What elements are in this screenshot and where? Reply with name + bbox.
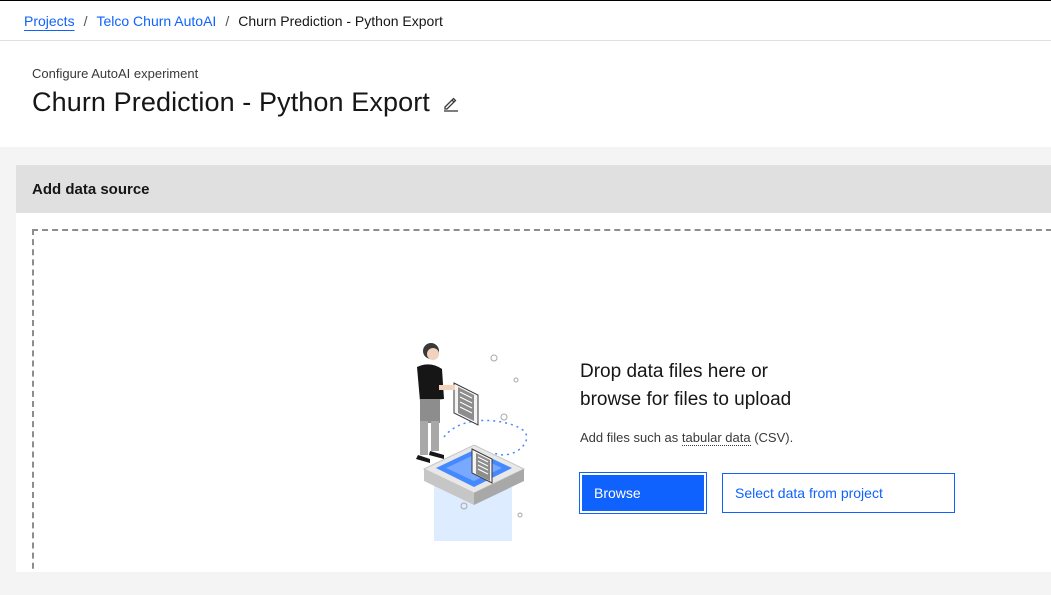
- hint-suffix: (CSV).: [754, 430, 794, 445]
- browse-button[interactable]: Browse: [579, 472, 707, 514]
- file-dropzone[interactable]: Drop data files here or browse for files…: [32, 229, 1051, 589]
- title-row: Churn Prediction - Python Export: [32, 87, 460, 118]
- dropzone-heading-line-2: browse for files to upload: [580, 389, 792, 410]
- page-header: Configure AutoAI experiment Churn Predic…: [0, 41, 1051, 147]
- breadcrumb-separator: /: [83, 12, 88, 29]
- pencil-icon[interactable]: [442, 94, 460, 112]
- breadcrumb-separator: /: [225, 12, 230, 29]
- dropzone-heading: Drop data files here or browse for files…: [580, 358, 880, 414]
- tabular-data-tooltip-trigger[interactable]: tabular data: [681, 430, 751, 446]
- panel-title: Add data source: [16, 165, 1051, 213]
- select-data-from-project-button[interactable]: Select data from project: [722, 473, 955, 513]
- dropzone-hint: Add files such as tabular data (CSV).: [580, 430, 794, 446]
- page-bottom-strip: [0, 572, 1051, 595]
- breadcrumb-current-page: Churn Prediction - Python Export: [238, 12, 443, 29]
- breadcrumb: Projects / Telco Churn AutoAI / Churn Pr…: [0, 1, 1051, 41]
- dropzone-heading-line-1: Drop data files here or: [580, 361, 768, 382]
- breadcrumb-projects-link[interactable]: Projects: [24, 13, 75, 29]
- upload-illustration: [416, 343, 528, 541]
- hint-prefix: Add files such as: [580, 430, 679, 445]
- page-subtitle: Configure AutoAI experiment: [32, 66, 199, 81]
- breadcrumb-project-link[interactable]: Telco Churn AutoAI: [96, 13, 216, 29]
- add-data-source-panel: Add data source Drop data files here or …: [16, 165, 1051, 589]
- page-title: Churn Prediction - Python Export: [32, 87, 430, 117]
